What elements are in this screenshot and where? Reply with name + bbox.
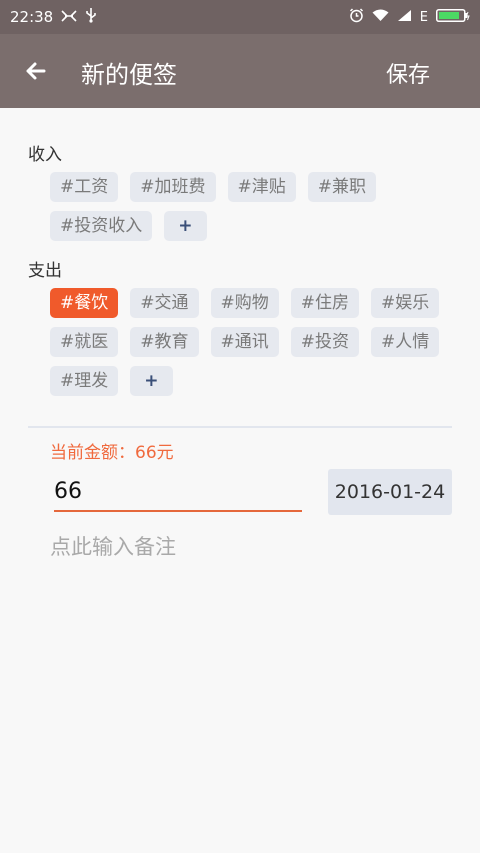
- add-income-tag-button[interactable]: +: [164, 211, 207, 241]
- page-title: 新的便签: [81, 61, 177, 89]
- expense-tag-housing[interactable]: #住房: [290, 288, 359, 318]
- expense-tag-education[interactable]: #教育: [130, 327, 199, 357]
- status-time: 22:38: [10, 8, 54, 26]
- app-bar: 新的便签 保存: [0, 34, 480, 108]
- status-bar: 22:38 E: [0, 0, 480, 34]
- income-tags: #工资 #加班费 #津贴 #兼职 #投资收入 +: [50, 172, 450, 241]
- income-tag-salary[interactable]: #工资: [50, 172, 119, 202]
- usb-icon: [85, 7, 97, 27]
- notification-icon: [61, 8, 77, 26]
- expense-label: 支出: [28, 261, 62, 281]
- network-type: E: [419, 10, 428, 25]
- back-arrow-icon[interactable]: [20, 56, 54, 86]
- date-button[interactable]: 2016-01-24: [328, 469, 452, 515]
- add-expense-tag-button[interactable]: +: [130, 366, 173, 396]
- income-tag-investment-income[interactable]: #投资收入: [50, 211, 153, 241]
- divider: [28, 426, 452, 428]
- income-tag-allowance[interactable]: #津贴: [227, 172, 296, 202]
- amount-input[interactable]: [54, 474, 302, 512]
- expense-tag-haircut[interactable]: #理发: [50, 366, 119, 396]
- battery-icon: [436, 9, 470, 26]
- status-right: E: [349, 8, 470, 27]
- note-input[interactable]: [50, 530, 450, 564]
- expense-tags: #餐饮 #交通 #购物 #住房 #娱乐 #就医 #教育 #通讯 #投资 #人情 …: [50, 288, 450, 396]
- expense-tag-gifts[interactable]: #人情: [371, 327, 440, 357]
- expense-tag-investment[interactable]: #投资: [290, 327, 359, 357]
- expense-tag-dining[interactable]: #餐饮: [50, 288, 119, 318]
- expense-tag-transport[interactable]: #交通: [130, 288, 199, 318]
- alarm-icon: [349, 8, 364, 27]
- expense-tag-entertainment[interactable]: #娱乐: [371, 288, 440, 318]
- wifi-icon: [372, 9, 389, 26]
- expense-tag-communication[interactable]: #通讯: [210, 327, 279, 357]
- save-button[interactable]: 保存: [386, 57, 430, 89]
- income-label: 收入: [28, 145, 62, 165]
- expense-tag-shopping[interactable]: #购物: [210, 288, 279, 318]
- status-left: 22:38: [10, 7, 97, 27]
- income-tag-parttime[interactable]: #兼职: [307, 172, 376, 202]
- expense-tag-medical[interactable]: #就医: [50, 327, 119, 357]
- signal-icon: [397, 9, 412, 26]
- income-tag-overtime[interactable]: #加班费: [130, 172, 216, 202]
- current-amount-label: 当前金额：66元: [50, 443, 174, 463]
